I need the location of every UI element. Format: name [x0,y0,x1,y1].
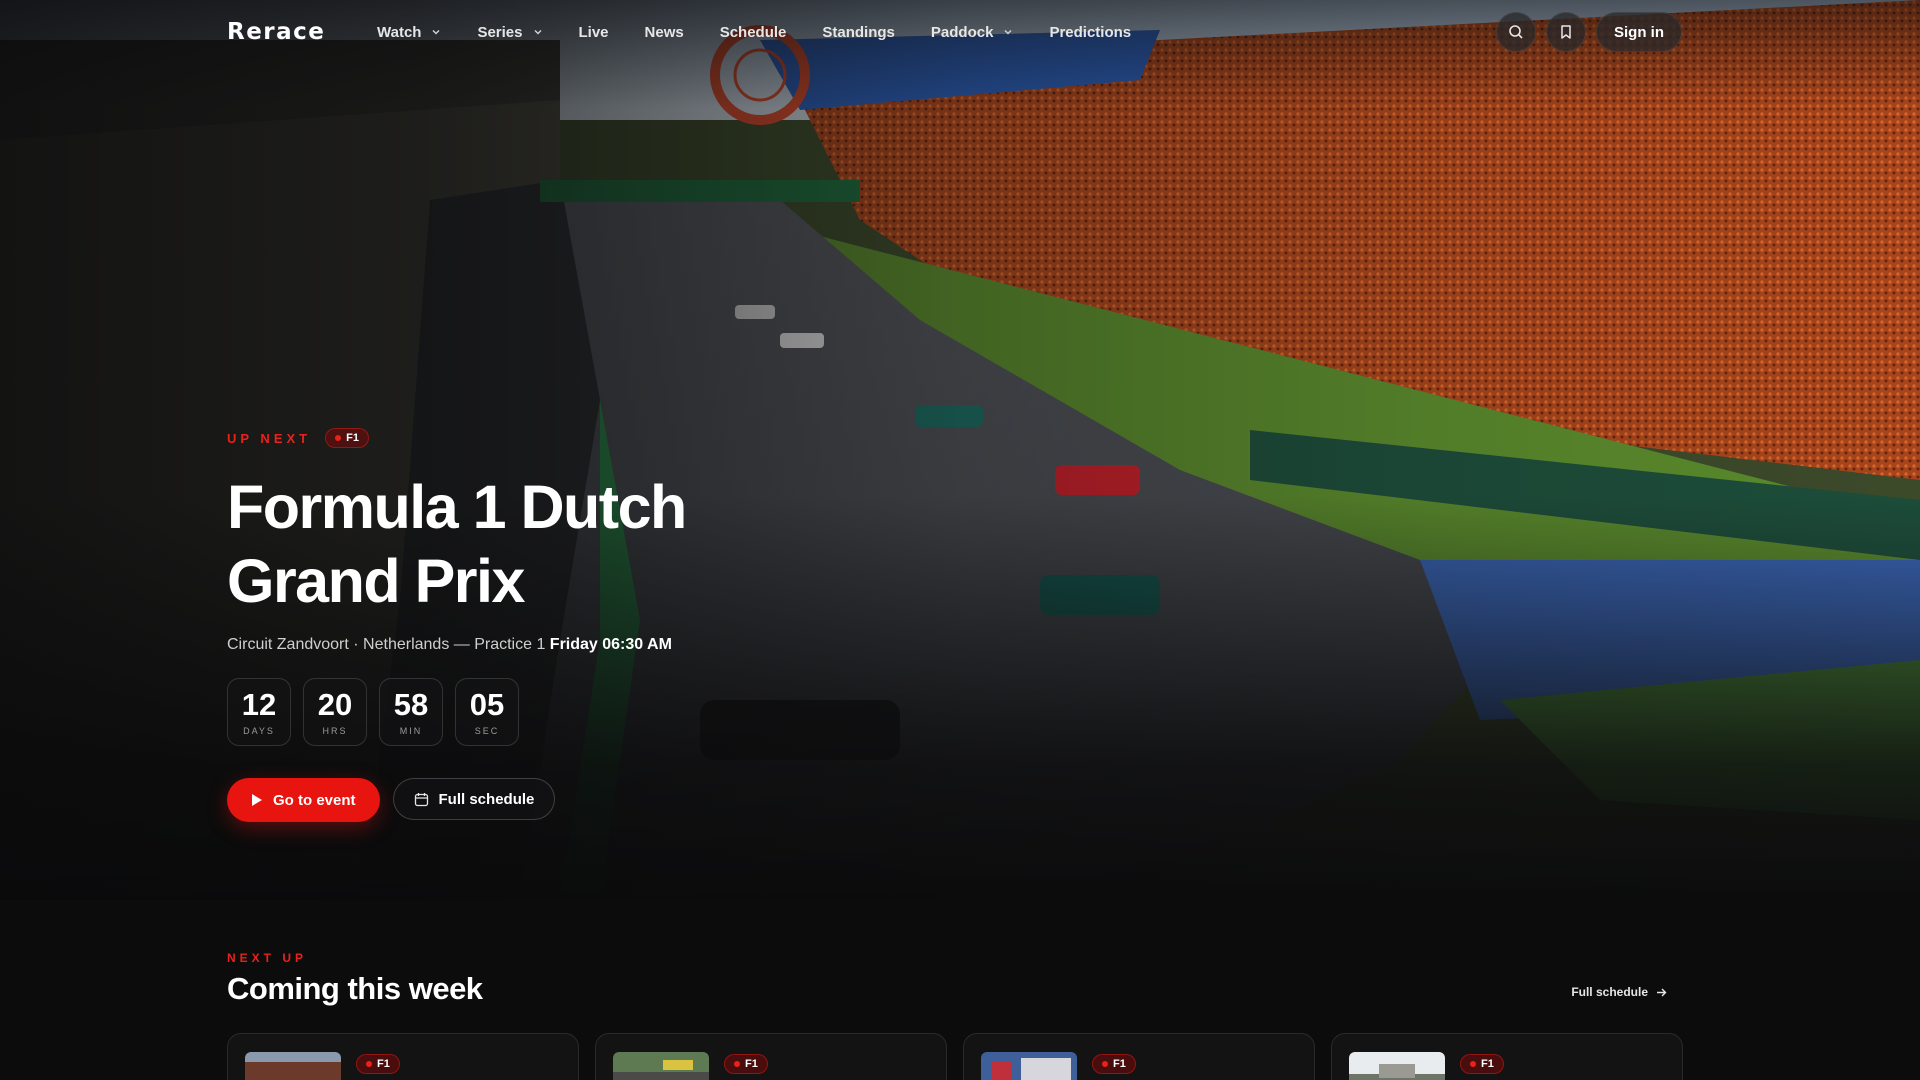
nav-item-news[interactable]: News [645,24,684,41]
series-badge: F1 [325,428,369,448]
arrow-right-icon [1657,988,1667,996]
hero-actions: Go to event Full schedule [227,778,927,822]
series-badge: F1 [1092,1054,1136,1074]
series-badge-label: F1 [1113,1058,1126,1070]
nav-item-label: Series [477,23,523,41]
countdown-value: 05 [469,686,505,722]
series-badge-label: F1 [346,432,359,444]
full-schedule-link[interactable]: Full schedule [1571,985,1667,999]
event-thumbnail-image [245,1052,341,1080]
live-dot-icon [734,1061,740,1067]
hero-eyebrow-row: UP NEXT F1 [227,428,927,448]
section-eyebrow: NEXT UP [227,951,308,965]
countdown-days: 12 DAYS [227,678,291,746]
event-cards: F1 F1 F1 F1 [227,1033,1683,1080]
event-card[interactable]: F1 [227,1033,579,1080]
top-navigation: Rerace Watch Series Live News Schedule S… [0,0,1920,64]
nav-item-label: Watch [377,23,422,41]
hero-content: UP NEXT F1 Formula 1 Dutch Grand Prix Ci… [227,428,927,822]
event-thumbnail [1349,1052,1445,1080]
sign-in-button[interactable]: Sign in [1596,12,1682,52]
button-label: Full schedule [438,790,535,808]
countdown: 12 DAYS 20 HRS 58 MIN 05 SEC [227,678,927,746]
countdown-value: 20 [317,686,353,722]
nav-item-label: Schedule [719,23,787,41]
series-badge: F1 [724,1054,768,1074]
go-to-event-button[interactable]: Go to event [227,778,380,822]
nav-item-predictions[interactable]: Predictions [1049,24,1131,41]
event-card[interactable]: F1 [595,1033,947,1080]
event-thumbnail-image [1349,1052,1445,1080]
live-dot-icon [1102,1061,1108,1067]
nav-item-watch[interactable]: Watch [377,24,441,41]
main-menu: Watch Series Live News Schedule Standing… [377,0,1167,64]
countdown-minutes: 58 MIN [379,678,443,746]
countdown-unit: SEC [474,725,500,736]
hero-eyebrow: UP NEXT [227,430,312,446]
nav-item-label: Live [578,23,609,41]
series-badge: F1 [356,1054,400,1074]
bookmark-button[interactable] [1546,12,1586,52]
countdown-unit: HRS [322,725,348,736]
series-badge-label: F1 [1481,1058,1494,1070]
event-thumbnail [613,1052,709,1080]
brand-logo[interactable]: Rerace [227,19,325,45]
chevron-down-icon [1004,29,1012,35]
nav-item-standings[interactable]: Standings [822,24,895,41]
section-title: Coming this week [227,971,483,1006]
nav-item-label: Predictions [1049,23,1132,41]
event-card[interactable]: F1 [1331,1033,1683,1080]
nav-item-live[interactable]: Live [579,24,609,41]
calendar-icon [414,792,428,806]
countdown-seconds: 05 SEC [455,678,519,746]
countdown-hours: 20 HRS [303,678,367,746]
countdown-unit: DAYS [243,725,275,736]
search-icon [1509,25,1523,39]
countdown-unit: MIN [399,725,423,736]
play-icon [252,794,262,806]
event-thumbnail-image [981,1052,1077,1080]
live-dot-icon [1470,1061,1476,1067]
hero-session-time: Friday 06:30 AM [549,636,672,653]
nav-item-label: News [644,23,684,41]
hero-location: Circuit Zandvoort · Netherlands — Practi… [227,636,546,653]
live-dot-icon [335,435,342,441]
nav-item-paddock[interactable]: Paddock [931,24,1014,41]
button-label: Go to event [273,791,356,809]
countdown-value: 58 [393,686,429,722]
event-thumbnail-image [613,1052,709,1080]
nav-actions: Sign in [1496,12,1682,52]
nav-item-label: Paddock [930,23,994,41]
event-thumbnail [245,1052,341,1080]
countdown-value: 12 [241,686,277,722]
nav-item-label: Standings [822,23,895,41]
live-dot-icon [366,1061,372,1067]
series-badge-label: F1 [745,1058,758,1070]
series-badge-label: F1 [377,1058,390,1070]
chevron-down-icon [533,29,542,35]
full-schedule-button[interactable]: Full schedule [392,778,556,820]
nav-item-series[interactable]: Series [477,24,542,41]
event-card[interactable]: F1 [963,1033,1315,1080]
bookmark-icon [1561,25,1571,39]
search-button[interactable] [1496,12,1536,52]
link-label: Full schedule [1571,985,1648,999]
nav-item-schedule[interactable]: Schedule [720,24,787,41]
hero-session-info: Circuit Zandvoort · Netherlands — Practi… [227,636,927,654]
chevron-down-icon [432,29,440,35]
series-badge: F1 [1460,1054,1504,1074]
hero-title: Formula 1 Dutch Grand Prix [227,473,687,615]
event-thumbnail [981,1052,1077,1080]
